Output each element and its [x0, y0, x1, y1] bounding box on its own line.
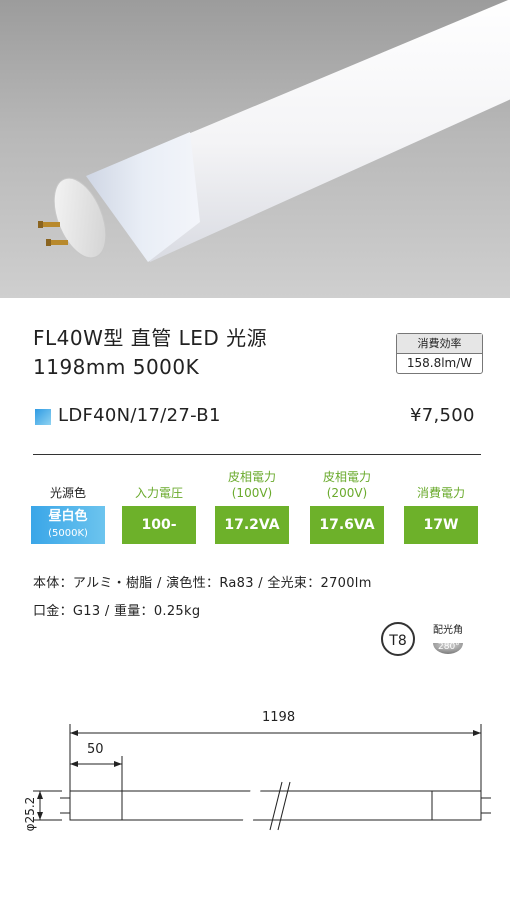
- spec-color-box: 昼白色 (5000K): [31, 506, 105, 544]
- divider: [33, 454, 481, 455]
- spec-va100-value: 17.2VA: [215, 506, 289, 544]
- beam-angle-label: 配光角: [433, 625, 463, 636]
- spec-color-value: 昼白色: [48, 509, 88, 524]
- dimension-diameter: φ25.2: [23, 796, 37, 832]
- efficiency-label: 消費効率: [397, 334, 482, 354]
- efficiency-box: 消費効率 158.8lm/W: [396, 333, 483, 374]
- spec-label-power: 消費電力: [416, 486, 465, 500]
- spec-label-color: 光源色: [49, 486, 86, 500]
- t8-badge: T8: [381, 622, 415, 656]
- color-swatch: [35, 409, 51, 425]
- spec-label-va100-line2: (100V): [231, 486, 273, 500]
- beam-angle-value: 280°: [438, 642, 460, 652]
- spec-label-va100-line1: 皮相電力: [227, 470, 276, 484]
- dimension-cap-length: 50: [87, 742, 104, 757]
- dimension-total-length: 1198: [262, 710, 296, 725]
- spec-voltage-value: 100-240V: [122, 506, 196, 571]
- details-line-2: 口金：G13 / 重量：0.25kg: [33, 604, 201, 619]
- spec-label-va200-line1: 皮相電力: [322, 470, 371, 484]
- led-tube-illustration: [38, 0, 510, 262]
- price: ¥7,500: [410, 405, 475, 426]
- spec-va200-value: 17.6VA: [310, 506, 384, 544]
- spec-power-value: 17W: [404, 506, 478, 544]
- details-line-1: 本体：アルミ・樹脂 / 演色性：Ra83 / 全光束：2700lm: [33, 576, 372, 591]
- product-subtitle: 1198mm 5000K: [33, 355, 200, 379]
- product-title: FL40W型 直管 LED 光源: [33, 326, 268, 350]
- dimension-drawing: [33, 724, 491, 831]
- spec-label-voltage: 入力電圧: [134, 486, 183, 500]
- efficiency-value: 158.8lm/W: [406, 356, 473, 370]
- product-photo: [0, 0, 510, 298]
- model-number: LDF40N/17/27-B1: [58, 405, 221, 426]
- spec-color-sub: (5000K): [48, 528, 88, 539]
- spec-label-va200-line2: (200V): [326, 486, 368, 500]
